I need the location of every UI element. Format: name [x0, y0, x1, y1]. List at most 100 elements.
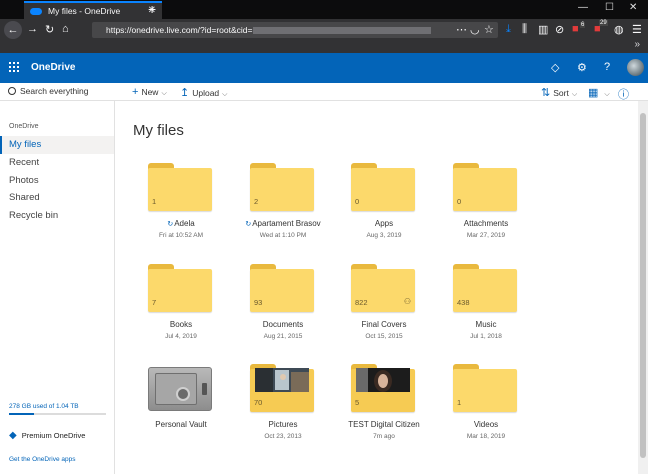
folder-tile[interactable]: 438 Music Jul 1, 2018 [436, 264, 536, 354]
menu-icon[interactable]: ☰ [632, 23, 642, 36]
browser-tab[interactable]: My files - OneDrive ✕ [24, 1, 162, 19]
folder-tile[interactable]: 0 Attachments Mar 27, 2019 [436, 163, 536, 253]
sidebar-item-photos[interactable]: Photos [0, 172, 114, 190]
sidebar-item-recycle-bin[interactable]: Recycle bin [0, 207, 114, 225]
extension-icon[interactable]: ◍ [614, 23, 624, 36]
folder-tile[interactable]: 822 ⚇ Final Covers Oct 15, 2015 [334, 264, 434, 354]
folder-tile[interactable]: 5 TEST Digital Citizen 7m ago [334, 364, 434, 454]
shared-people-icon: ⚇ [403, 297, 411, 306]
help-icon[interactable]: ? [604, 61, 610, 73]
browser-nav-bar: ← → ↻ ⌂ https://onedrive.live.com/?id=ro… [0, 19, 648, 41]
folder-icon: 438 [453, 264, 517, 312]
folder-tile[interactable]: 7 Books Jul 4, 2019 [131, 264, 231, 354]
new-button[interactable]: + New ⌵ [132, 86, 167, 98]
photo-thumbnail [356, 368, 410, 392]
overflow-icon[interactable]: » [634, 39, 640, 50]
download-icon[interactable]: ⤓ [506, 23, 511, 36]
folder-name: Apartament Brasov [252, 219, 321, 228]
scrollbar[interactable] [638, 101, 648, 474]
folder-date: Oct 23, 2013 [264, 433, 302, 440]
premium-diamond-icon[interactable]: ◇ [551, 61, 559, 74]
page-actions-icon[interactable]: ⋯ [456, 23, 467, 36]
search-box[interactable]: Search everything [8, 86, 89, 96]
item-count: 822 [355, 298, 368, 307]
chevron-down-icon: ⌵ [161, 90, 167, 97]
search-icon [8, 87, 16, 95]
item-count: 0 [355, 197, 360, 206]
upload-button[interactable]: ↥ Upload ⌵ [180, 86, 227, 99]
folder-date: Aug 21, 2015 [263, 333, 303, 340]
url-bar[interactable]: https://onedrive.live.com/?id=root&cid= [92, 22, 498, 38]
info-button[interactable]: ⓘ [618, 86, 632, 102]
item-count: 7 [152, 298, 157, 307]
chevron-down-icon: ⌵ [604, 91, 610, 98]
maximize-icon[interactable]: ☐ [605, 2, 614, 13]
forward-icon[interactable]: → [27, 23, 38, 35]
folder-tile[interactable]: 0 Apps Aug 3, 2019 [334, 163, 434, 253]
home-icon[interactable]: ⌂ [62, 23, 69, 35]
info-icon: ⓘ [618, 89, 629, 101]
sync-icon: ↻ [167, 221, 174, 228]
sidebar: OneDrive My files Recent Photos Shared R… [0, 101, 115, 474]
extension-icon[interactable]: ■ [572, 23, 579, 35]
url-text: https://onedrive.live.com/?id=root&cid= [106, 25, 253, 35]
folder-name: Adela [174, 219, 195, 228]
sidebar-item-shared[interactable]: Shared [0, 189, 114, 207]
folder-icon: 822 ⚇ [351, 264, 415, 312]
bookmark-star-icon[interactable]: ☆ [484, 23, 494, 36]
sidebar-item-my-files[interactable]: My files [0, 136, 114, 154]
photo-thumbnail [255, 368, 309, 392]
folder-tile[interactable]: 2 ↻Apartament Brasov Wed at 1:10 PM [233, 163, 333, 253]
library-icon[interactable]: ⫼ [522, 23, 527, 36]
folder-name: Pictures [268, 420, 298, 429]
folder-date: Mar 18, 2019 [466, 433, 506, 440]
avatar[interactable] [627, 59, 644, 76]
view-switcher-button[interactable]: ▦ ⌵ [588, 86, 610, 99]
reload-icon[interactable]: ↻ [45, 23, 54, 36]
storage-usage-link[interactable]: 278 GB used of 1.04 TB [9, 403, 79, 410]
sort-button[interactable]: ⇅ Sort ⌵ [541, 86, 577, 99]
brand-name[interactable]: OneDrive [31, 62, 75, 73]
folder-tile[interactable]: 70 Pictures Oct 23, 2013 [233, 364, 333, 454]
get-apps-link[interactable]: Get the OneDrive apps [9, 456, 75, 463]
pocket-icon[interactable]: ◡ [470, 23, 480, 36]
minimize-icon[interactable]: — [578, 2, 588, 13]
folder-tile[interactable]: 93 Documents Aug 21, 2015 [233, 264, 333, 354]
item-count: 1 [457, 398, 462, 407]
app-launcher-icon[interactable] [9, 62, 19, 72]
extension-badge: 6 [580, 22, 586, 28]
sort-icon: ⇅ [541, 87, 551, 99]
sidebar-icon[interactable]: ▥ [538, 23, 548, 36]
storage-bar-fill [9, 413, 35, 415]
safe-icon [148, 367, 212, 411]
window-close-icon[interactable]: ✕ [629, 2, 637, 13]
onedrive-header: OneDrive ◇ ⚙ ? [0, 53, 648, 83]
main-content: My files 1 ↻Adela Fri at 10:52 AM 2 ↻Apa… [116, 101, 636, 474]
new-tab-button[interactable]: + [148, 1, 156, 17]
sidebar-item-recent[interactable]: Recent [0, 154, 114, 172]
folder-tile[interactable]: 1 Videos Mar 18, 2019 [436, 364, 536, 454]
folder-name: Documents [262, 320, 304, 329]
folder-icon: 5 [351, 364, 415, 412]
folder-date: Aug 3, 2019 [366, 232, 402, 239]
sidebar-heading: OneDrive [9, 123, 39, 130]
plus-icon: + [132, 86, 139, 98]
folder-name: Videos [473, 420, 499, 429]
item-count: 438 [457, 298, 470, 307]
premium-link[interactable]: ◆ Premium OneDrive [9, 430, 85, 441]
back-button[interactable]: ← [4, 21, 22, 39]
folder-tile[interactable]: 1 ↻Adela Fri at 10:52 AM [131, 163, 231, 253]
scrollbar-thumb[interactable] [640, 113, 646, 458]
sort-label: Sort [553, 88, 569, 98]
folder-icon: 7 [148, 264, 212, 312]
vault-tile[interactable]: Personal Vault [131, 364, 231, 454]
folder-icon: 1 [148, 163, 212, 211]
folder-date: Mar 27, 2019 [466, 232, 506, 239]
item-count: 0 [457, 197, 462, 206]
folder-icon: 70 [250, 364, 314, 412]
settings-gear-icon[interactable]: ⚙ [577, 61, 587, 74]
reader-icon[interactable]: ⊘ [555, 23, 564, 36]
folder-name: Personal Vault [155, 420, 207, 429]
folder-name: Books [169, 320, 193, 329]
item-count: 2 [254, 197, 259, 206]
